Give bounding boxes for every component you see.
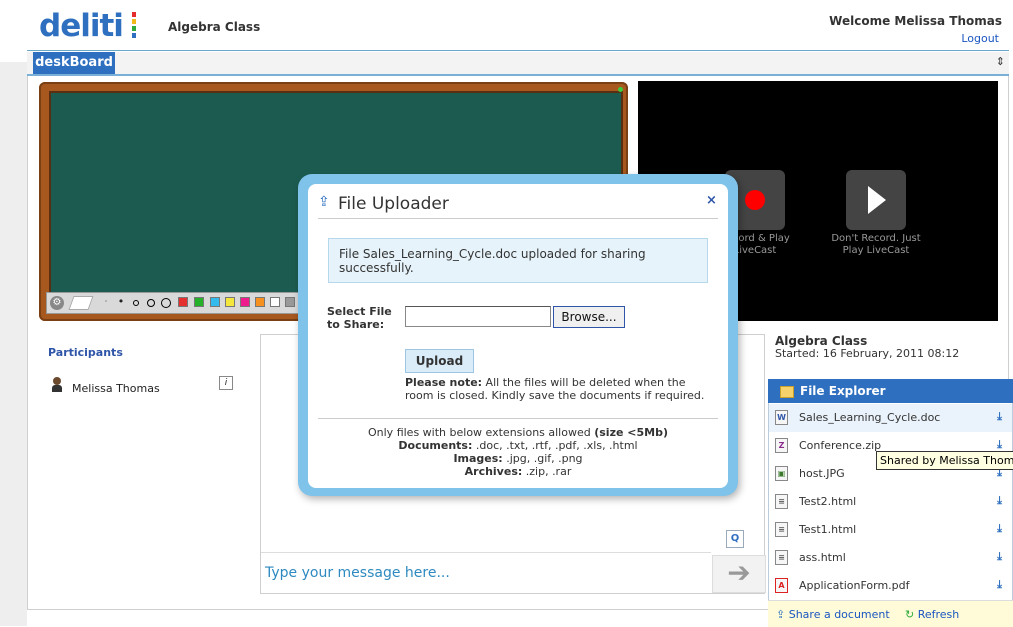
download-icon[interactable]: ⤓ xyxy=(997,550,1002,564)
file-row-test2[interactable]: ≡ Test2.html ⤓ xyxy=(769,488,1012,516)
board-status-indicator xyxy=(618,87,623,92)
download-icon[interactable]: ⤓ xyxy=(997,578,1002,592)
color-swatch-orange[interactable] xyxy=(255,297,265,307)
images-extensions: .jpg, .gif, .png xyxy=(502,452,583,465)
color-swatch-white[interactable] xyxy=(270,297,280,307)
participants-title: Participants xyxy=(48,346,123,359)
file-name[interactable]: ass.html xyxy=(799,551,846,564)
file-name[interactable]: Test2.html xyxy=(799,495,856,508)
tab-deskboard[interactable]: deskBoard xyxy=(33,52,115,74)
allowed-extensions: Only files with below extensions allowed… xyxy=(318,426,718,478)
archives-label: Archives: xyxy=(464,465,523,478)
documents-extensions: .doc, .txt, .rtf, .pdf, .xls, .html xyxy=(472,439,638,452)
share-document-link[interactable]: ⇪ Share a document xyxy=(776,608,890,621)
upload-button[interactable]: Upload xyxy=(405,349,474,373)
size-limit: (size <5Mb) xyxy=(594,426,668,439)
header-divider xyxy=(27,50,1009,51)
color-swatch-gray[interactable] xyxy=(285,297,295,307)
pen-size-circle-large[interactable] xyxy=(159,296,173,310)
gear-icon[interactable]: ⚙ xyxy=(50,296,64,310)
file-name[interactable]: Sales_Learning_Cycle.doc xyxy=(799,411,940,424)
file-name[interactable]: ApplicationForm.pdf xyxy=(799,579,910,592)
upload-success-message: File Sales_Learning_Cycle.doc uploaded f… xyxy=(328,238,708,283)
dialog-divider xyxy=(318,418,718,419)
pen-size-circle-small[interactable] xyxy=(129,296,143,310)
file-explorer-header: File Explorer xyxy=(768,379,1013,403)
pen-size-circle-medium[interactable] xyxy=(144,296,158,310)
upload-icon: ⇪ xyxy=(776,608,786,621)
record-icon xyxy=(745,190,765,210)
close-icon[interactable]: × xyxy=(706,193,717,208)
color-swatch-magenta[interactable] xyxy=(240,297,250,307)
pdf-file-icon: A xyxy=(775,578,788,593)
logout-link[interactable]: Logout xyxy=(961,32,999,45)
note-label: Please note: xyxy=(405,376,483,389)
zip-archive-icon: Z xyxy=(775,438,788,453)
dialog-title: File Uploader xyxy=(338,194,449,214)
tab-bar xyxy=(27,52,1009,76)
collapse-toggle-icon[interactable]: ⇕ xyxy=(996,55,1005,68)
left-gutter xyxy=(0,62,27,626)
color-swatch-yellow[interactable] xyxy=(225,297,235,307)
refresh-link[interactable]: ↻ Refresh xyxy=(905,608,959,621)
pen-size-tiny[interactable]: · xyxy=(99,296,113,310)
download-icon[interactable]: ⤓ xyxy=(997,438,1002,452)
color-swatch-red[interactable] xyxy=(178,297,188,307)
documents-label: Documents: xyxy=(398,439,473,452)
file-row-applicationform[interactable]: A ApplicationForm.pdf ⤓ xyxy=(769,572,1012,600)
browse-button[interactable]: Browse... xyxy=(553,306,625,328)
share-document-label: Share a document xyxy=(788,608,890,621)
select-file-label: Select File to Share: xyxy=(327,305,392,331)
play-button[interactable] xyxy=(846,170,906,230)
logo-text: deliti xyxy=(39,8,124,44)
upload-icon: ⇪ xyxy=(318,194,330,210)
deletion-note: Please note: All the files will be delet… xyxy=(405,376,710,402)
word-doc-icon: W xyxy=(775,410,788,425)
refresh-label: Refresh xyxy=(917,608,960,621)
file-row-sales[interactable]: W Sales_Learning_Cycle.doc ⤓ xyxy=(769,404,1012,432)
class-info-started: Started: 16 February, 2011 08:12 xyxy=(775,347,960,360)
file-row-test1[interactable]: ≡ Test1.html ⤓ xyxy=(769,516,1012,544)
chat-search-button[interactable]: Q xyxy=(726,530,744,548)
images-label: Images: xyxy=(453,452,503,465)
allowed-intro: Only files with below extensions allowed xyxy=(368,426,595,439)
file-name[interactable]: Test1.html xyxy=(799,523,856,536)
pen-size-small[interactable]: • xyxy=(114,296,128,310)
download-icon[interactable]: ⤓ xyxy=(997,410,1002,424)
user-avatar-icon xyxy=(52,377,62,393)
participant-info-icon[interactable]: i xyxy=(219,376,233,390)
participant-name[interactable]: Melissa Thomas xyxy=(72,382,160,395)
send-message-button[interactable]: ➔ xyxy=(712,555,766,593)
color-swatch-cyan[interactable] xyxy=(210,297,220,307)
file-name[interactable]: Conference.zip xyxy=(799,439,881,452)
file-path-input[interactable] xyxy=(405,306,551,327)
download-icon[interactable]: ⤓ xyxy=(997,522,1002,536)
welcome-message: Welcome Melissa Thomas xyxy=(829,14,1002,28)
archives-extensions: .zip, .rar xyxy=(522,465,572,478)
file-name[interactable]: host.JPG xyxy=(799,467,845,480)
folder-icon xyxy=(780,385,794,398)
class-title: Algebra Class xyxy=(168,20,261,34)
html-file-icon: ≡ xyxy=(775,522,788,537)
file-row-ass[interactable]: ≡ ass.html ⤓ xyxy=(769,544,1012,572)
class-info-name: Algebra Class xyxy=(775,334,868,348)
color-swatch-green[interactable] xyxy=(194,297,204,307)
shared-by-tooltip: Shared by Melissa Thomas xyxy=(876,451,1013,470)
refresh-icon: ↻ xyxy=(905,608,915,621)
html-file-icon: ≡ xyxy=(775,494,788,509)
download-icon[interactable]: ⤓ xyxy=(997,494,1002,508)
file-explorer-title: File Explorer xyxy=(800,384,886,398)
image-file-icon: ▣ xyxy=(775,466,788,481)
play-label: Don't Record. Just Play LiveCast xyxy=(831,233,921,256)
logo-color-bars xyxy=(132,12,136,38)
chat-message-input[interactable]: Type your message here... xyxy=(261,552,711,592)
play-icon xyxy=(868,186,886,214)
eraser-icon[interactable] xyxy=(68,296,94,310)
dialog-divider xyxy=(318,218,718,219)
html-file-icon: ≡ xyxy=(775,550,788,565)
deliti-logo[interactable]: deliti xyxy=(39,6,136,46)
